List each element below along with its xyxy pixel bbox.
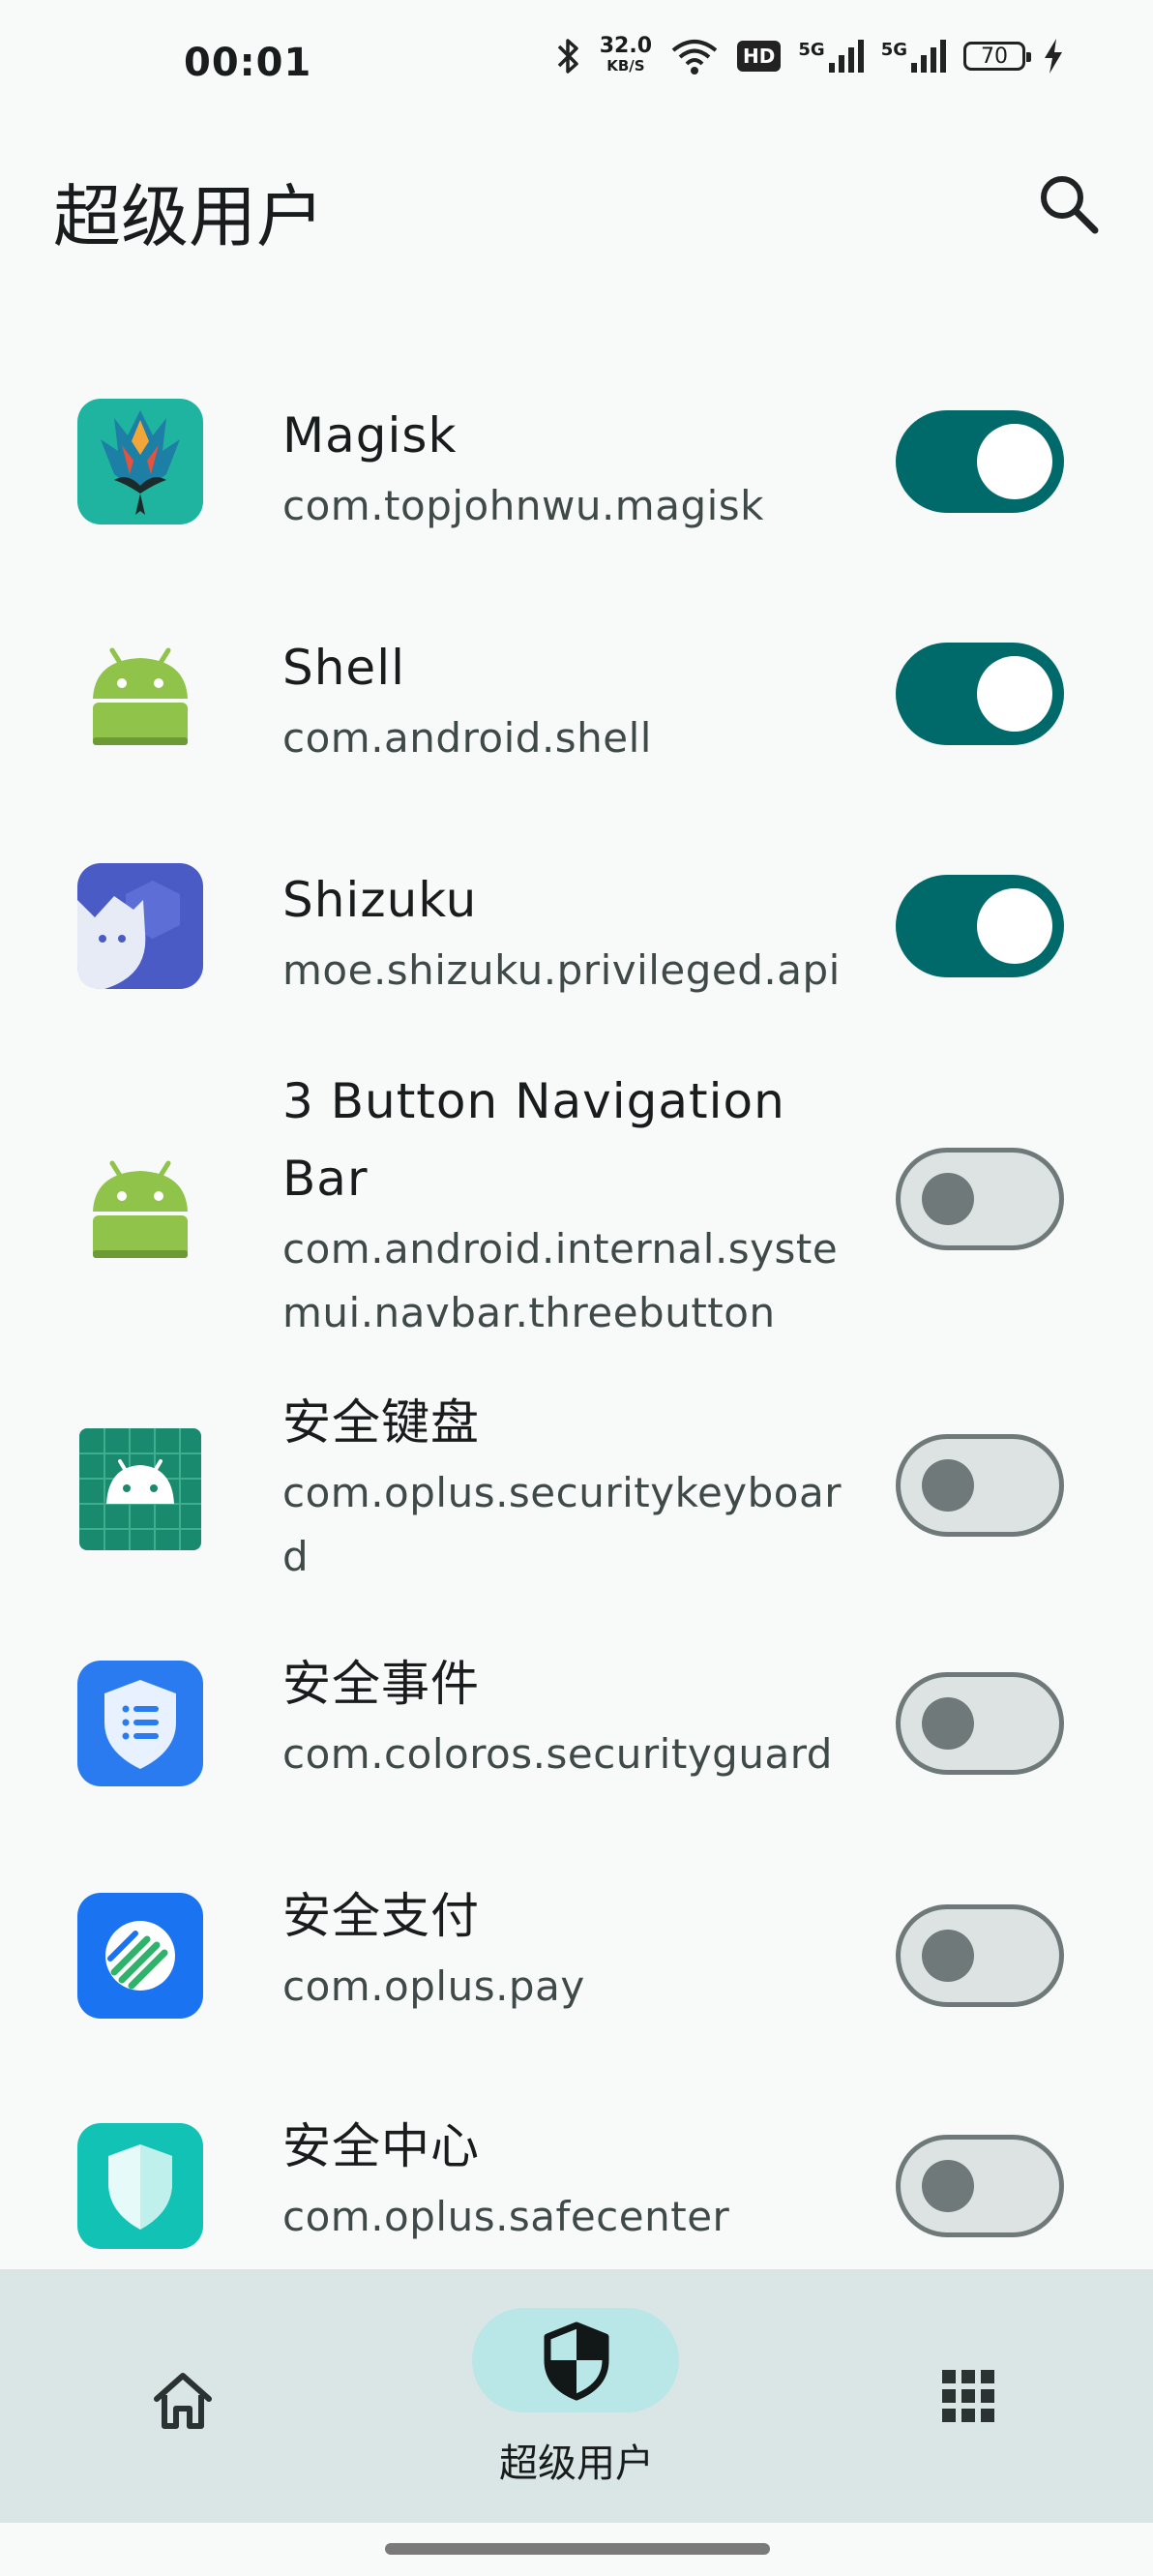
toggle-switch[interactable] [896,1672,1064,1775]
list-item-secure-pay[interactable]: 安全支付 com.oplus.pay [0,1877,1153,2071]
app-info: Shell com.android.shell [282,629,843,770]
list-item-security-keyboard[interactable]: 安全键盘 com.oplus.securitykeyboard [0,1384,1153,1597]
magisk-icon [77,399,203,524]
secure-pay-icon [77,1893,203,2019]
app-name: 安全支付 [282,1888,480,1944]
page-title: 超级用户 [53,177,324,256]
status-bar: 00:01 32.0 KB/S HD 5G 5G 70 [0,0,1153,135]
app-name: 安全事件 [282,1656,480,1712]
app-info: Shizuku moe.shizuku.privileged.api [282,861,843,1003]
network-speed-unit: KB/S [606,57,645,75]
shield-icon [544,2321,609,2401]
app-name: 安全键盘 [282,1394,480,1451]
app-name: Magisk [282,407,458,464]
toggle-thumb [922,1459,974,1512]
app-info: Magisk com.topjohnwu.magisk [282,397,843,538]
app-package: com.android.internal.systemui.navbar.thr… [282,1225,839,1336]
security-keyboard-icon [79,1428,201,1550]
app-name: Shizuku [282,872,478,928]
list-item-shizuku[interactable]: Shizuku moe.shizuku.privileged.api [0,832,1153,1026]
wifi-icon [671,40,718,75]
toggle-thumb [977,656,1052,732]
home-icon[interactable] [147,2364,219,2436]
apps-grid-icon[interactable] [938,2366,998,2426]
search-icon[interactable] [1031,166,1109,244]
app-info: 安全事件 com.coloros.securityguard [282,1645,843,1786]
app-info: 安全支付 com.oplus.pay [282,1877,843,2019]
toggle-thumb [977,424,1052,499]
signal-bars-icon [828,40,864,73]
app-package: com.topjohnwu.magisk [282,482,764,529]
app-package: com.coloros.securityguard [282,1730,833,1778]
app-info: 安全中心 com.oplus.safecenter [282,2108,843,2249]
nav-label-superuser: 超级用户 [499,2441,654,2486]
status-icons: 32.0 KB/S HD 5G 5G 70 [555,34,1064,75]
toggle-thumb [922,1697,974,1750]
toggle-thumb [922,2160,974,2212]
signal-bars-icon [911,40,946,73]
safe-center-icon [77,2123,203,2249]
gesture-navigation-handle[interactable] [385,2543,770,2555]
toggle-switch[interactable] [896,2135,1064,2237]
app-name: 3 Button Navigation Bar [282,1073,785,1207]
toggle-switch[interactable] [896,1904,1064,2007]
list-item-shell[interactable]: Shell com.android.shell [0,600,1153,794]
security-event-icon [77,1661,203,1786]
status-time: 00:01 [184,41,312,85]
list-item-3-button-navigation-bar[interactable]: 3 Button Navigation Bar com.android.inte… [0,1063,1153,1353]
app-info: 3 Button Navigation Bar com.android.inte… [282,1063,843,1345]
network-type-sim2: 5G [880,40,907,60]
list-item-security-event[interactable]: 安全事件 com.coloros.securityguard [0,1645,1153,1839]
app-package: com.android.shell [282,714,652,762]
toggle-switch[interactable] [896,643,1064,745]
toggle-switch[interactable] [896,875,1064,977]
app-package: com.oplus.securitykeyboard [282,1469,843,1580]
app-package: com.oplus.pay [282,1962,585,2010]
charging-bolt-icon [1045,39,1062,74]
shizuku-icon [77,863,203,989]
list-item-safe-center[interactable]: 安全中心 com.oplus.safecenter [0,2108,1153,2272]
toggle-switch[interactable] [896,410,1064,513]
bottom-navigation-bar: 超级用户 [0,2269,1153,2523]
toggle-thumb [977,888,1052,964]
android-icon [93,647,188,745]
app-name: Shell [282,640,405,696]
battery-level: 70 [963,42,1031,71]
network-type-sim1: 5G [798,40,825,60]
bluetooth-icon [557,39,578,74]
signal-sim2: 5G [881,40,946,73]
app-package: com.oplus.safecenter [282,2193,730,2240]
toggle-switch[interactable] [896,1434,1064,1537]
toggle-thumb [922,1930,974,1982]
list-item-magisk[interactable]: Magisk com.topjohnwu.magisk [0,368,1153,561]
app-package: moe.shizuku.privileged.api [282,946,841,994]
network-speed-value: 32.0 [599,34,653,58]
network-speed: 32.0 KB/S [599,34,653,75]
app-name: 安全中心 [282,2118,480,2174]
android-icon [93,1160,188,1258]
app-info: 安全键盘 com.oplus.securitykeyboard [282,1384,843,1589]
hd-voice-badge: HD [737,41,782,72]
toggle-switch[interactable] [896,1148,1064,1250]
toggle-thumb [922,1173,974,1225]
signal-sim1: 5G [798,40,864,73]
